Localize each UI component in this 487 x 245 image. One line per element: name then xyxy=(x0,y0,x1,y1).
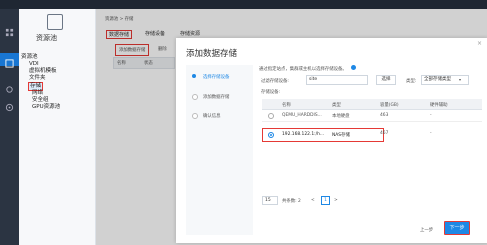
row-type: NAS存储 xyxy=(332,133,350,138)
type-label: 类型: xyxy=(406,79,417,84)
table-row[interactable]: QEMU_HARDDIS... 本地硬盘 463 - xyxy=(262,110,482,122)
steps-panel: 选择存储设备 添加数据存储 确认信息 xyxy=(186,65,253,235)
row-name: 192.168.122.1:/h... xyxy=(282,132,325,137)
close-icon[interactable]: × xyxy=(477,40,482,47)
type-select[interactable]: 全部存储类型 xyxy=(421,75,469,85)
resource-pool-nav-icon[interactable] xyxy=(0,53,19,68)
tree-item-root[interactable]: 资源池 xyxy=(21,54,38,61)
filter-label: 过滤存储设备: xyxy=(261,79,289,84)
next-button[interactable]: 下一步 xyxy=(444,221,470,235)
top-bar xyxy=(0,0,487,9)
tree-item-network[interactable]: 网络 xyxy=(32,90,43,97)
col-name[interactable]: 名称 xyxy=(282,102,291,108)
filter-input[interactable]: site xyxy=(306,75,368,85)
table-row-selected[interactable]: 192.168.122.1:/h... NAS存储 xyxy=(262,128,384,142)
step-1-label: 选择存储设备 xyxy=(203,75,230,80)
tree-item-vm-template[interactable]: 虚拟机模板 xyxy=(29,68,57,75)
modal-title: 添加数据存储 xyxy=(186,49,238,59)
row-capacity: 463 xyxy=(380,113,389,118)
col-type[interactable]: 类型 xyxy=(332,102,341,108)
settings-icon[interactable] xyxy=(4,79,15,93)
row-type: 本地硬盘 xyxy=(332,114,350,119)
left-nav xyxy=(0,9,19,245)
step-3-dot xyxy=(192,113,198,119)
total-count: 共条数: 2 xyxy=(282,199,301,204)
tree-item-security-group[interactable]: 安全组 xyxy=(32,97,49,104)
page-current[interactable]: 1 xyxy=(321,196,330,205)
description-text: 通过指定站点，集群或主机以选择存储设备。 xyxy=(259,67,347,72)
device-table-header: 名称 类型 容量(GB) 硬件辅助 xyxy=(262,99,482,110)
row-capacity: 467 xyxy=(380,131,389,136)
tree-item-gpu-pool[interactable]: GPU资源池 xyxy=(32,104,60,111)
step-1-dot xyxy=(192,74,196,78)
prev-button[interactable]: 上一步 xyxy=(420,227,433,233)
sidebar: 资源池 资源池 VDI 虚拟机模板 文件夹 存储 网络 安全组 GPU资源池 xyxy=(19,9,96,245)
step-2-dot xyxy=(192,94,198,100)
grid-icon[interactable] xyxy=(4,22,15,37)
resource-pool-icon xyxy=(47,14,63,30)
chevron-down-icon[interactable]: ▾ xyxy=(459,77,461,82)
row-hw: - xyxy=(430,131,432,136)
tree-item-vdi[interactable]: VDI xyxy=(29,61,39,68)
page-next[interactable]: > xyxy=(334,198,338,203)
add-datastore-modal: 添加数据存储 × 选择存储设备 添加数据存储 确认信息 通过指定站点，集群或主机… xyxy=(176,38,487,243)
row-radio-selected[interactable] xyxy=(268,132,274,138)
sidebar-title: 资源池 xyxy=(36,34,57,42)
col-capacity[interactable]: 容量(GB) xyxy=(380,102,399,108)
tree-item-folder[interactable]: 文件夹 xyxy=(29,75,46,82)
select-button[interactable]: 选择 xyxy=(376,75,396,85)
page-size-select[interactable]: 15 xyxy=(262,196,278,205)
devices-label: 存储设备: xyxy=(261,90,281,95)
page-prev[interactable]: < xyxy=(311,198,315,203)
info-icon xyxy=(351,65,356,70)
col-hw-assist[interactable]: 硬件辅助 xyxy=(430,102,448,108)
row-name: QEMU_HARDDIS... xyxy=(282,113,322,118)
gear-icon[interactable] xyxy=(4,97,15,112)
step-2-label: 添加数据存储 xyxy=(203,95,230,100)
row-hw: - xyxy=(430,113,432,118)
step-3-label: 确认信息 xyxy=(203,114,221,119)
row-radio[interactable] xyxy=(268,113,274,119)
